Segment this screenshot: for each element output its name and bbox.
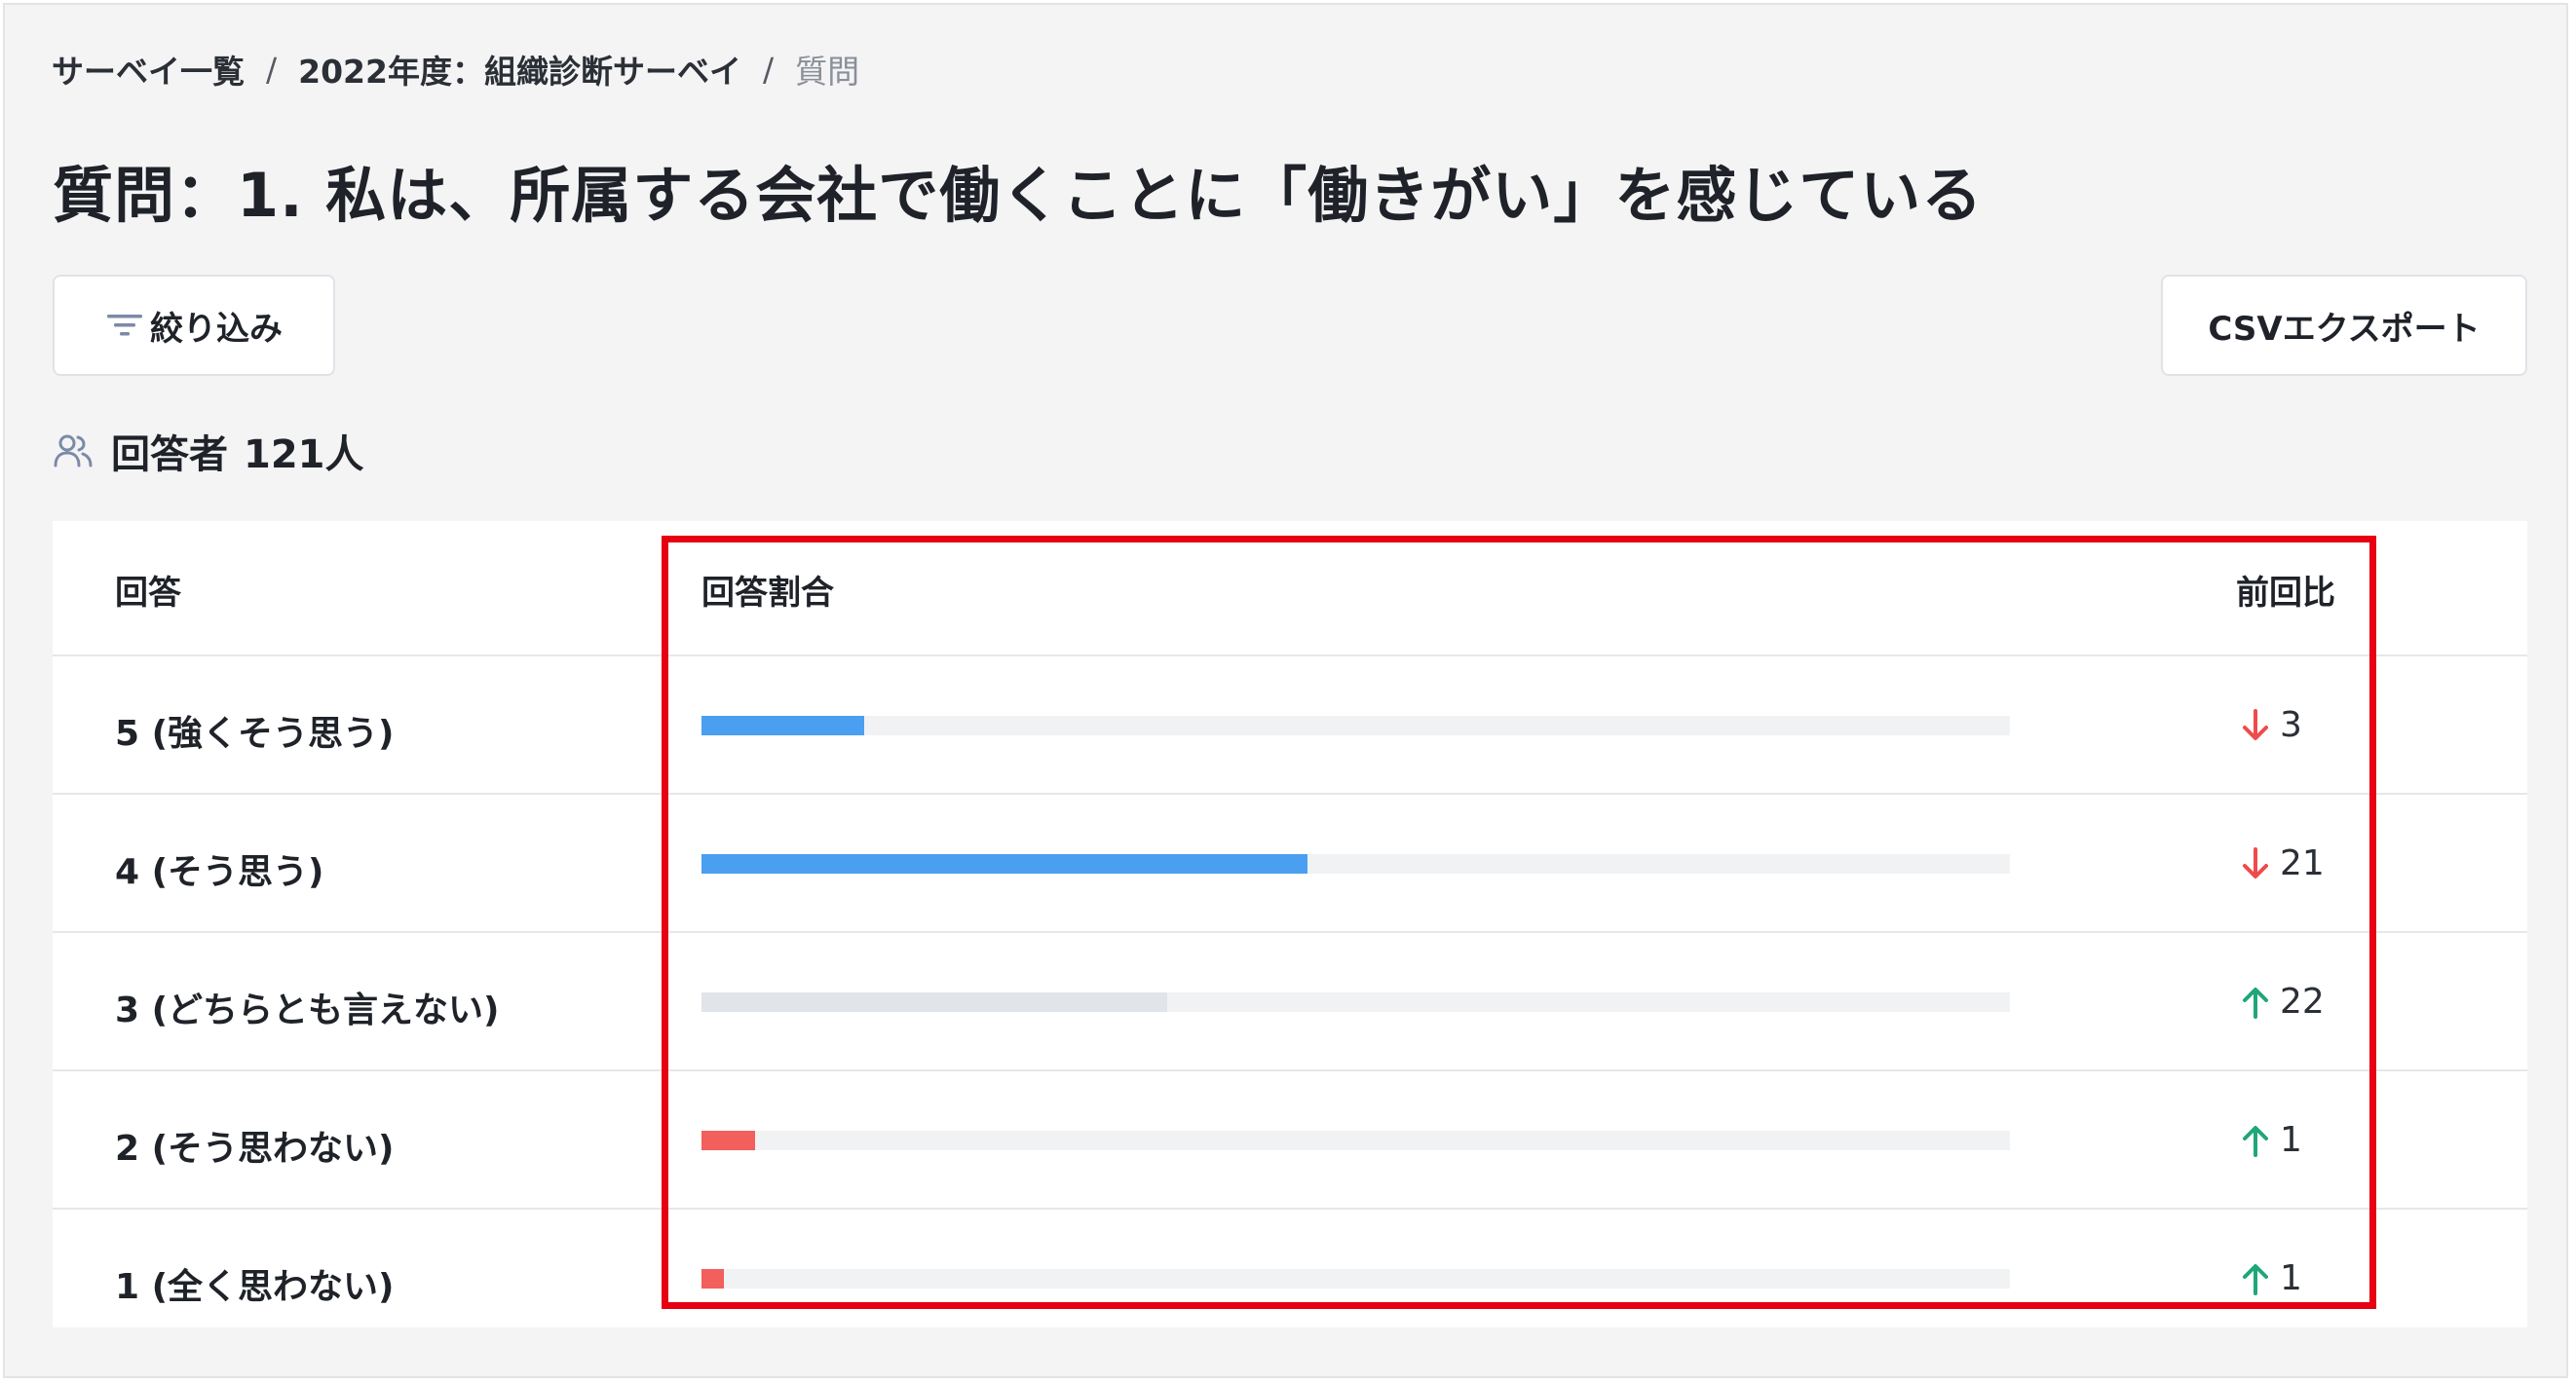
diff-number: 21 [2280, 843, 2325, 883]
arrow-down-icon [2243, 846, 2268, 878]
breadcrumb-separator: / [266, 50, 278, 89]
ratio-bar-track [701, 1131, 2010, 1150]
respondent-number: 121人 [244, 432, 364, 477]
diff-value: 21 [2241, 843, 2325, 883]
table-row: 5 (強くそう思う) 3 [53, 656, 2527, 795]
diff-value: 1 [2241, 1120, 2302, 1160]
answer-table: 回答 回答割合 前回比 5 (強くそう思う) 3 4 (そう思う) 21 3 (どちらと… [53, 521, 2527, 1327]
breadcrumb-separator: / [762, 50, 775, 89]
arrow-up-icon [2243, 1263, 2268, 1295]
header-answer: 回答 [115, 574, 181, 613]
diff-number: 1 [2280, 1258, 2302, 1298]
table-row: 2 (そう思わない) 1 [53, 1071, 2527, 1210]
table-row: 3 (どちらとも言えない) 22 [53, 933, 2527, 1071]
diff-number: 1 [2280, 1120, 2302, 1160]
csv-export-button[interactable]: CSVエクスポート [2161, 275, 2527, 376]
diff-number: 22 [2280, 982, 2325, 1022]
respondent-count: 回答者 121人 [53, 423, 364, 479]
filter-button-label: 絞り込み [150, 309, 283, 349]
filter-icon [107, 315, 142, 336]
answer-label: 1 (全く思わない) [115, 1267, 395, 1307]
answer-label: 5 (強くそう思う) [115, 714, 395, 754]
breadcrumb: サーベイ一覧 / 2022年度：組織診断サーベイ / 質問 [52, 46, 859, 93]
users-icon [54, 434, 93, 467]
ratio-bar-track [701, 716, 2010, 735]
ratio-bar-track [701, 854, 2010, 874]
diff-value: 3 [2241, 705, 2302, 745]
ratio-bar-fill [701, 716, 864, 735]
filter-button[interactable]: 絞り込み [53, 275, 335, 376]
arrow-down-icon [2243, 708, 2268, 740]
table-row: 1 (全く思わない) 1 [53, 1210, 2527, 1348]
answer-label: 4 (そう思う) [115, 852, 324, 892]
answer-label: 3 (どちらとも言えない) [115, 991, 500, 1030]
diff-number: 3 [2280, 705, 2302, 745]
ratio-bar-track [701, 1269, 2010, 1289]
answer-label: 2 (そう思わない) [115, 1129, 395, 1169]
diff-value: 1 [2241, 1258, 2302, 1298]
diff-value: 22 [2241, 982, 2325, 1022]
header-diff: 前回比 [2236, 574, 2335, 613]
arrow-up-icon [2243, 987, 2268, 1019]
header-ratio: 回答割合 [701, 574, 834, 613]
breadcrumb-survey[interactable]: 2022年度：組織診断サーベイ [298, 46, 741, 93]
csv-export-label: CSVエクスポート [2208, 309, 2481, 349]
arrow-up-icon [2243, 1125, 2268, 1157]
ratio-bar-fill [701, 854, 1307, 874]
table-row: 4 (そう思う) 21 [53, 795, 2527, 933]
ratio-bar-fill [701, 1131, 756, 1150]
breadcrumb-current: 質問 [795, 53, 860, 91]
page-title: 質問：1. 私は、所属する会社で働くことに「働きがい」を感じている [53, 160, 1984, 231]
respondent-label: 回答者 [111, 432, 228, 477]
ratio-bar-track [701, 992, 2010, 1012]
breadcrumb-survey-list[interactable]: サーベイ一覧 [52, 46, 245, 93]
ratio-bar-fill [701, 1269, 724, 1289]
ratio-bar-fill [701, 992, 1168, 1012]
table-header-row: 回答 回答割合 前回比 [53, 521, 2527, 656]
